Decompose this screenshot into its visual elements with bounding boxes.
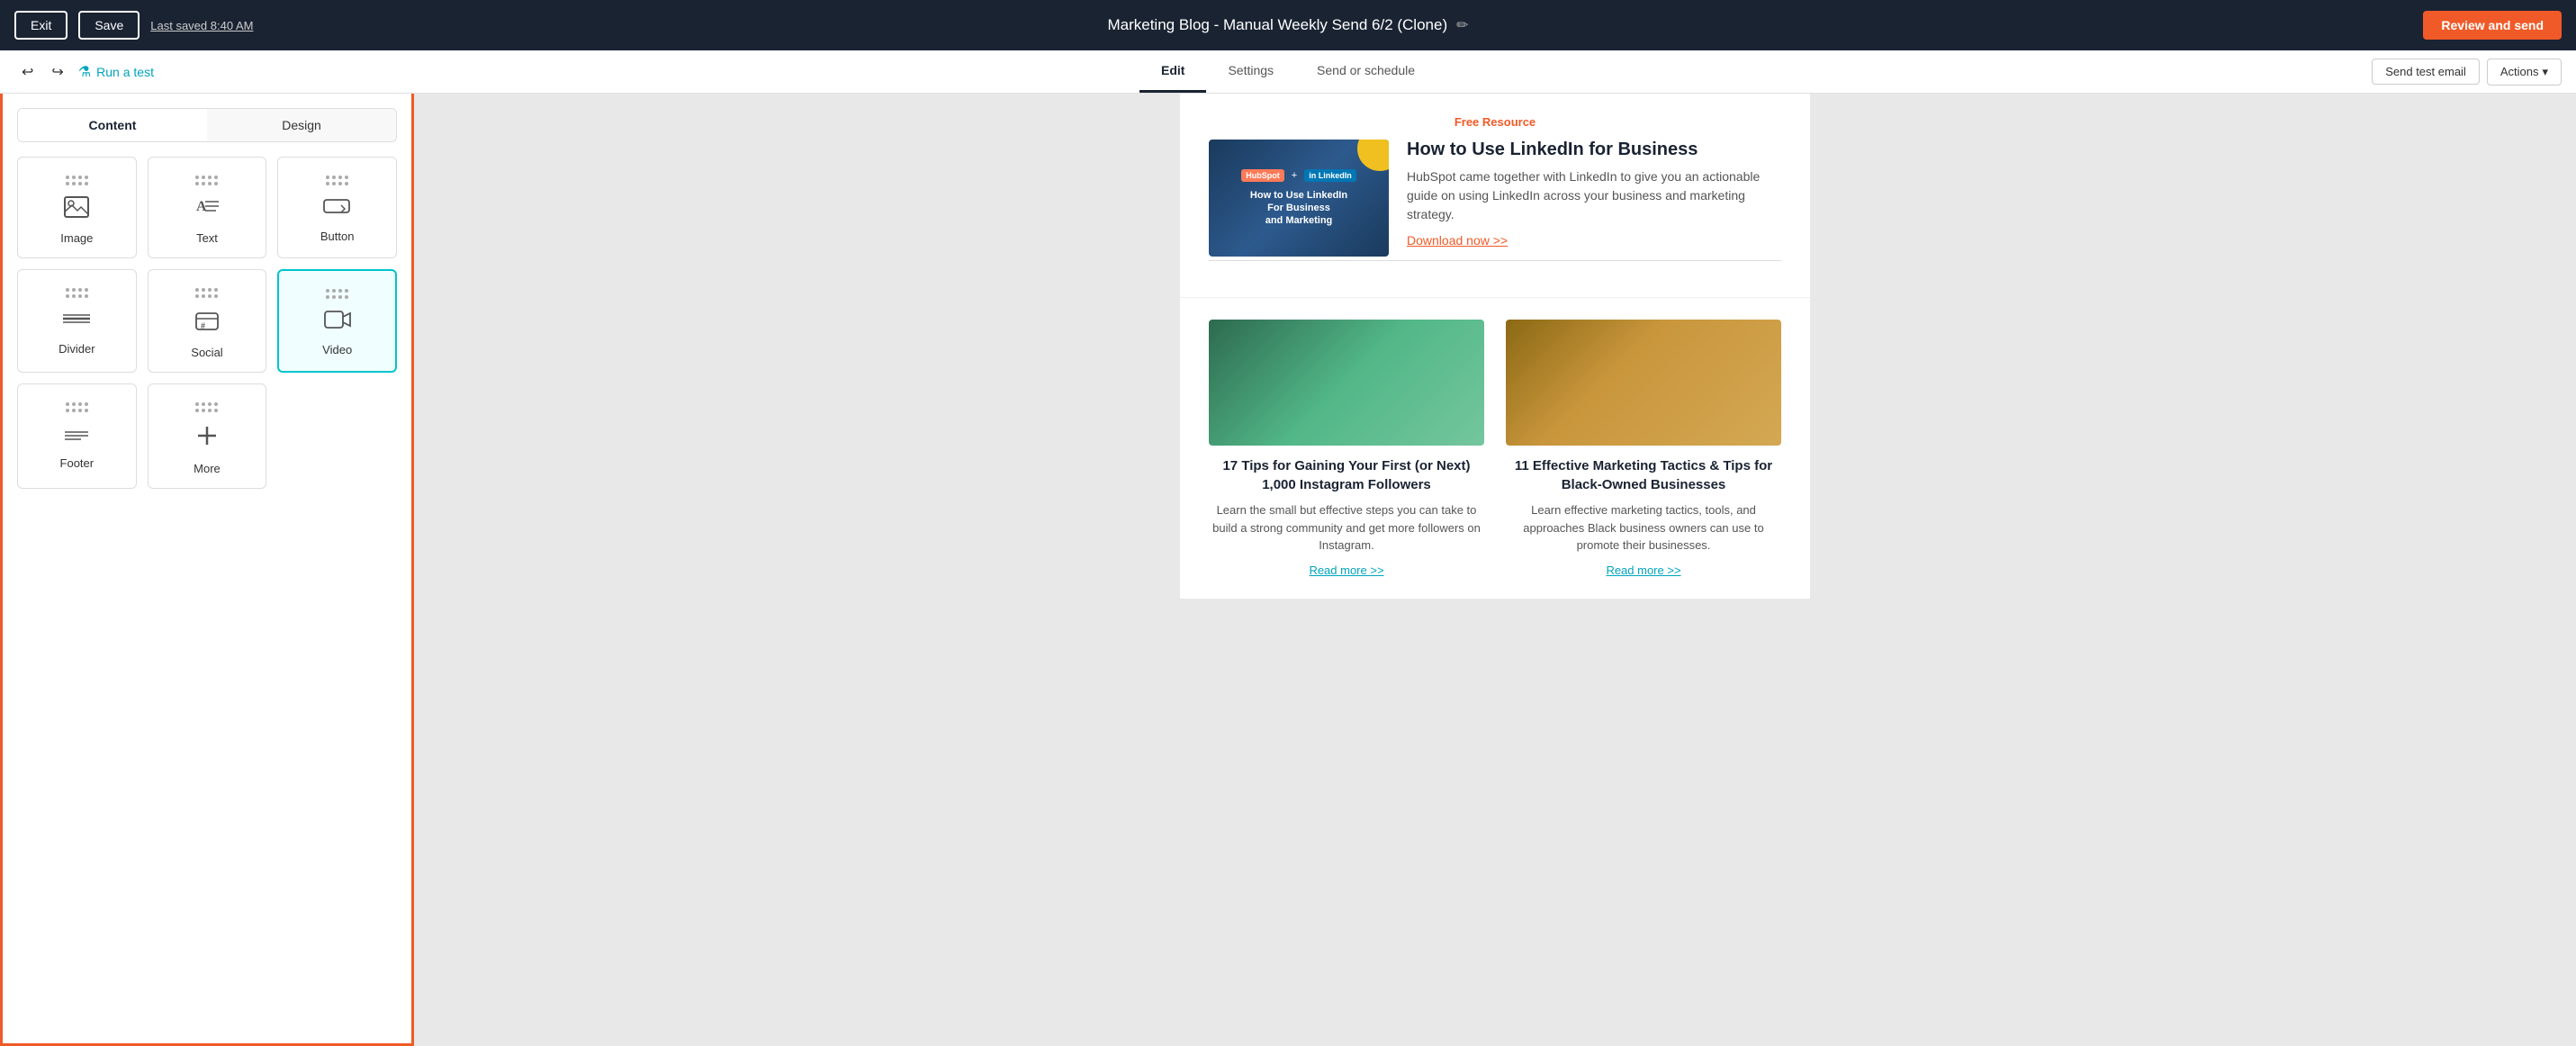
articles-grid: 17 Tips for Gaining Your First (or Next)… (1180, 298, 1810, 599)
main-area: Content Design Image (0, 94, 2576, 1046)
text-label: Text (196, 231, 218, 245)
resource-image-title: How to Use LinkedInFor Businessand Marke… (1250, 189, 1347, 228)
article-desc-2: Learn effective marketing tactics, tools… (1506, 501, 1781, 555)
button-icon (323, 196, 352, 222)
section-divider (1209, 260, 1781, 261)
yellow-circle-decoration (1357, 140, 1389, 171)
email-preview: Free Resource HubSpot + in LinkedIn How … (1180, 94, 1810, 599)
main-tab-group: Edit Settings Send or schedule (1139, 50, 1437, 93)
widget-drag-handle (66, 176, 88, 185)
widget-footer[interactable]: Footer (17, 383, 137, 489)
top-bar: Exit Save Last saved 8:40 AM Marketing B… (0, 0, 2576, 50)
widget-button[interactable]: Button (277, 157, 397, 258)
footer-icon (63, 423, 90, 449)
resource-download-link[interactable]: Download now >> (1407, 233, 1508, 248)
undo-button[interactable]: ↩ (14, 59, 41, 85)
divider-label: Divider (59, 342, 95, 356)
svg-text:#: # (201, 321, 205, 330)
redo-button[interactable]: ↪ (44, 59, 70, 85)
resource-title: How to Use LinkedIn for Business (1407, 140, 1781, 160)
left-panel: Content Design Image (0, 94, 414, 1046)
article-desc-1: Learn the small but effective steps you … (1209, 501, 1484, 555)
page-title: Marketing Blog - Manual Weekly Send 6/2 … (1107, 16, 1447, 34)
top-bar-center: Marketing Blog - Manual Weekly Send 6/2 … (1107, 16, 1468, 34)
social-icon: # (195, 309, 219, 338)
widget-drag-handle (195, 288, 218, 298)
tab-edit[interactable]: Edit (1139, 50, 1206, 93)
widget-drag-handle (326, 176, 348, 185)
more-icon (194, 423, 220, 455)
actions-button[interactable]: Actions ▾ (2487, 59, 2562, 86)
resource-image: HubSpot + in LinkedIn How to Use LinkedI… (1209, 140, 1389, 257)
widget-drag-handle (66, 402, 88, 412)
actions-chevron-icon: ▾ (2542, 65, 2548, 79)
resource-text: How to Use LinkedIn for Business HubSpot… (1407, 140, 1781, 249)
run-test-label: Run a test (96, 65, 154, 79)
secondary-bar: ↩ ↪ ⚗ Run a test Edit Settings Send or s… (0, 50, 2576, 94)
footer-label: Footer (60, 456, 95, 470)
resource-section: Free Resource HubSpot + in LinkedIn How … (1180, 94, 1810, 298)
widget-grid: Image A Text (17, 157, 397, 489)
resource-card: HubSpot + in LinkedIn How to Use LinkedI… (1209, 140, 1781, 257)
linkedin-logo: in LinkedIn (1304, 169, 1356, 182)
hubspot-logo: HubSpot (1241, 169, 1284, 182)
secondary-right: Send test email Actions ▾ (2372, 59, 2562, 86)
more-label: More (194, 462, 221, 475)
social-label: Social (191, 346, 222, 359)
read-more-1[interactable]: Read more >> (1209, 564, 1484, 577)
article-card-2: 11 Effective Marketing Tactics & Tips fo… (1506, 320, 1781, 577)
widget-image[interactable]: Image (17, 157, 137, 258)
run-test-button[interactable]: ⚗ Run a test (78, 63, 154, 81)
save-button[interactable]: Save (78, 11, 140, 40)
widget-more[interactable]: More (148, 383, 267, 489)
widget-drag-handle (66, 288, 88, 298)
free-resource-label: Free Resource (1209, 115, 1781, 129)
button-label: Button (320, 230, 355, 243)
tab-send-or-schedule[interactable]: Send or schedule (1295, 50, 1437, 93)
image-icon (64, 196, 89, 224)
title-edit-icon[interactable]: ✏ (1456, 16, 1468, 34)
panel-tab-design[interactable]: Design (207, 109, 396, 141)
image-label: Image (60, 231, 93, 245)
article-card-1: 17 Tips for Gaining Your First (or Next)… (1209, 320, 1484, 577)
article-title-2: 11 Effective Marketing Tactics & Tips fo… (1506, 456, 1781, 494)
send-test-email-button[interactable]: Send test email (2372, 59, 2480, 85)
widget-social[interactable]: # Social (148, 269, 267, 373)
video-label: Video (322, 343, 352, 356)
resource-description: HubSpot came together with LinkedIn to g… (1407, 167, 1781, 224)
widget-drag-handle (326, 289, 348, 299)
divider-icon (63, 309, 90, 335)
widget-drag-handle (195, 176, 218, 185)
exit-button[interactable]: Exit (14, 11, 68, 40)
last-saved-text[interactable]: Last saved 8:40 AM (150, 19, 253, 32)
flask-icon: ⚗ (78, 63, 91, 81)
widget-drag-handle (195, 402, 218, 412)
panel-tab-content[interactable]: Content (18, 109, 207, 141)
article-image-2 (1506, 320, 1781, 446)
text-icon: A (194, 196, 220, 224)
actions-label: Actions (2500, 65, 2539, 78)
undo-redo-group: ↩ ↪ (14, 59, 71, 85)
video-icon (324, 310, 351, 336)
review-send-button[interactable]: Review and send (2423, 11, 2562, 40)
resource-logos: HubSpot + in LinkedIn (1241, 169, 1356, 182)
widget-text[interactable]: A Text (148, 157, 267, 258)
logo-separator: + (1292, 170, 1297, 181)
top-bar-right: Review and send (2423, 11, 2562, 40)
tab-settings[interactable]: Settings (1206, 50, 1295, 93)
right-content: Free Resource HubSpot + in LinkedIn How … (414, 94, 2576, 1046)
article-title-1: 17 Tips for Gaining Your First (or Next)… (1209, 456, 1484, 494)
read-more-2[interactable]: Read more >> (1506, 564, 1781, 577)
widget-video[interactable]: Video (277, 269, 397, 373)
article-image-1 (1209, 320, 1484, 446)
widget-divider[interactable]: Divider (17, 269, 137, 373)
panel-tab-group: Content Design (17, 108, 397, 142)
